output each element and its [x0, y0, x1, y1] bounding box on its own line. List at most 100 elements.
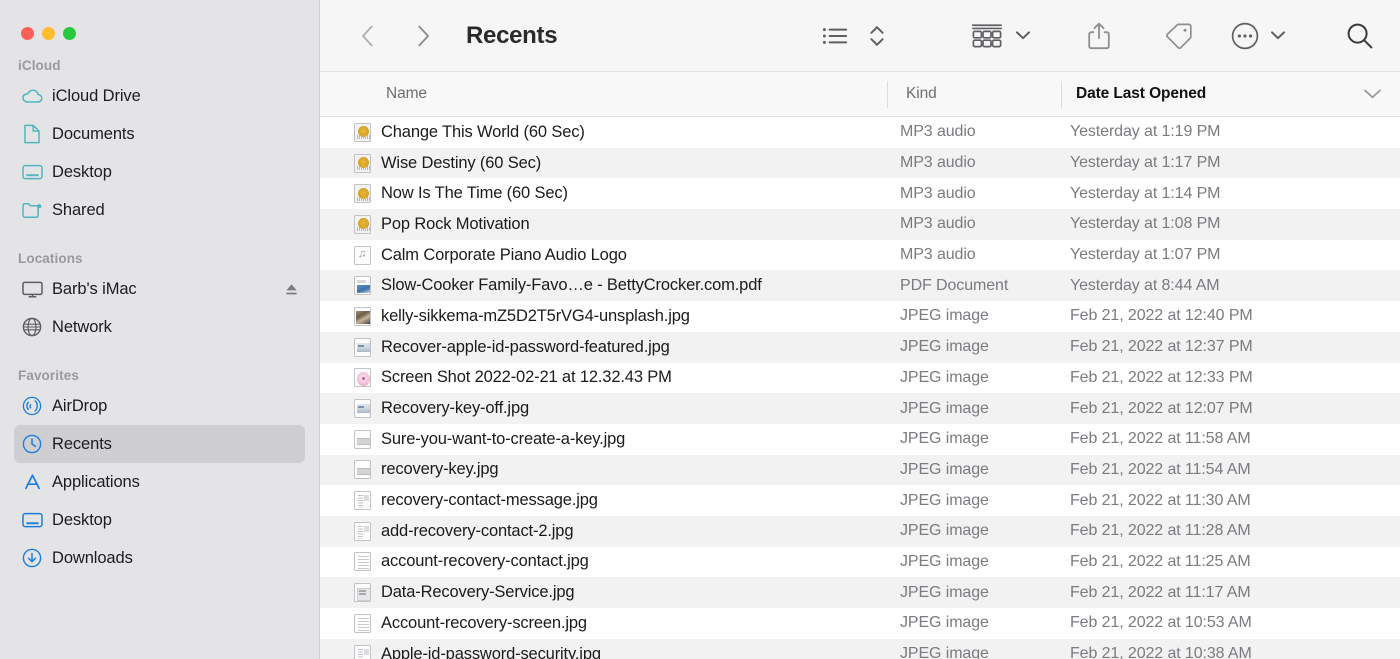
file-name: Sure-you-want-to-create-a-key.jpg [381, 430, 625, 449]
sidebar-header-locations: Locations [0, 251, 319, 270]
table-row[interactable]: Recovery-key-off.jpgJPEG imageFeb 21, 20… [320, 393, 1400, 424]
table-row[interactable]: Screen Shot 2022-02-21 at 12.32.43 PMJPE… [320, 363, 1400, 394]
list-view-button[interactable] [818, 16, 854, 56]
sidebar-item-recents[interactable]: Recents [14, 425, 305, 463]
table-row[interactable]: kelly-sikkema-mZ5D2T5rVG4-unsplash.jpgJP… [320, 301, 1400, 332]
sidebar-group-locations: Locations Barb's iMac Network [0, 251, 319, 346]
maximize-button[interactable] [63, 27, 76, 40]
more-options-button[interactable] [1227, 16, 1263, 56]
file-date-last-opened: Feb 21, 2022 at 12:40 PM [1070, 307, 1253, 325]
file-kind: MP3 audio [900, 246, 976, 264]
sidebar-item-barbs-imac[interactable]: Barb's iMac [14, 270, 305, 308]
file-name: Change This World (60 Sec) [381, 123, 585, 142]
chevron-down-icon[interactable] [1363, 88, 1382, 100]
eject-icon[interactable] [284, 283, 299, 296]
file-date-last-opened: Feb 21, 2022 at 12:33 PM [1070, 369, 1253, 387]
file-date-last-opened: Feb 21, 2022 at 11:54 AM [1070, 461, 1251, 479]
column-header-row: Name Kind Date Last Opened [320, 72, 1400, 117]
table-row[interactable]: Data-Recovery-Service.jpgJPEG imageFeb 2… [320, 577, 1400, 608]
column-header-name[interactable]: Name [386, 85, 427, 103]
image-icon [353, 337, 371, 357]
sidebar-item-desktop[interactable]: Desktop [14, 501, 305, 539]
text-image-icon [353, 613, 371, 633]
group-by-button[interactable] [966, 16, 1008, 56]
table-row[interactable]: Recover-apple-id-password-featured.jpg JP… [320, 332, 1400, 363]
page-title: Recents [466, 22, 557, 50]
file-date-last-opened: Yesterday at 1:07 PM [1070, 246, 1220, 264]
table-row[interactable]: Account-recovery-screen.jpgJPEG imageFeb… [320, 608, 1400, 639]
column-divider[interactable] [1061, 81, 1062, 108]
file-date-last-opened: Yesterday at 1:17 PM [1070, 154, 1220, 172]
file-name: Recover-apple-id-password-featured.jpg [381, 338, 670, 357]
table-row[interactable]: account-recovery-contact.jpgJPEG imageFe… [320, 547, 1400, 578]
file-name: add-recovery-contact-2.jpg [381, 522, 573, 541]
file-kind: JPEG image [900, 553, 989, 571]
file-date-last-opened: Feb 21, 2022 at 11:28 AM [1070, 522, 1251, 540]
file-kind: MP3 audio [900, 215, 976, 233]
column-header-date-last-opened[interactable]: Date Last Opened [1076, 85, 1206, 103]
sidebar-group-icloud: iCloud iCloud Drive Documents Desktop Sh… [0, 58, 319, 229]
column-divider[interactable] [887, 81, 888, 108]
table-row[interactable]: Change This World (60 Sec)MP3 audioYeste… [320, 117, 1400, 148]
card-image-icon [353, 583, 371, 603]
table-row[interactable]: add-recovery-contact-2.jpgJPEG imageFeb … [320, 516, 1400, 547]
applications-icon [19, 471, 45, 493]
sidebar-item-label: Recents [52, 435, 112, 454]
table-row[interactable]: Pop Rock MotivationMP3 audioYesterday at… [320, 209, 1400, 240]
table-row[interactable]: Calm Corporate Piano Audio LogoMP3 audio… [320, 240, 1400, 271]
table-row[interactable]: Slow-Cooker Family-Favo…e - BettyCrocker… [320, 270, 1400, 301]
file-date-last-opened: Feb 21, 2022 at 11:17 AM [1070, 584, 1251, 602]
file-name: recovery-key.jpg [381, 460, 498, 479]
file-kind: JPEG image [900, 461, 989, 479]
photo-icon [353, 306, 371, 326]
table-row[interactable]: Sure-you-want-to-create-a-key.jpgJPEG im… [320, 424, 1400, 455]
file-name: Wise Destiny (60 Sec) [381, 154, 541, 173]
screenshot-icon [353, 368, 371, 388]
file-date-last-opened: Yesterday at 1:14 PM [1070, 185, 1220, 203]
sidebar-item-applications[interactable]: Applications [14, 463, 305, 501]
more-options-chevron-icon[interactable] [1270, 30, 1286, 41]
file-date-last-opened: Feb 21, 2022 at 10:53 AM [1070, 614, 1252, 632]
table-row[interactable]: Apple-id-password-security.jpgJPEG image… [320, 639, 1400, 659]
file-name: Apple-id-password-security.jpg [381, 645, 601, 659]
file-kind: JPEG image [900, 400, 989, 418]
document-image-icon [353, 491, 371, 511]
sidebar-item-airdrop[interactable]: AirDrop [14, 387, 305, 425]
sidebar-item-shared[interactable]: Shared [14, 191, 305, 229]
group-by-chevron-icon[interactable] [1015, 30, 1031, 41]
sidebar: iCloud iCloud Drive Documents Desktop Sh… [0, 0, 320, 659]
audio-artwork-icon [353, 184, 371, 204]
sort-order-button[interactable] [864, 16, 890, 56]
table-row[interactable]: recovery-contact-message.jpgJPEG imageFe… [320, 485, 1400, 516]
sidebar-item-desktop-icloud[interactable]: Desktop [14, 153, 305, 191]
table-row[interactable]: Now Is The Time (60 Sec)MP3 audioYesterd… [320, 178, 1400, 209]
file-kind: JPEG image [900, 338, 989, 356]
sidebar-header-icloud: iCloud [0, 58, 319, 77]
forward-button[interactable] [404, 17, 442, 55]
sidebar-item-documents[interactable]: Documents [14, 115, 305, 153]
desktop-icon [19, 161, 45, 183]
sidebar-item-label: Network [52, 318, 112, 337]
tag-button[interactable] [1161, 16, 1197, 56]
share-button[interactable] [1083, 16, 1115, 56]
file-kind: MP3 audio [900, 185, 976, 203]
sidebar-item-downloads[interactable]: Downloads [14, 539, 305, 577]
sidebar-item-label: AirDrop [52, 397, 107, 416]
main-panel: Recents [320, 0, 1400, 659]
file-kind: JPEG image [900, 307, 989, 325]
table-row[interactable]: Wise Destiny (60 Sec)MP3 audioYesterday … [320, 148, 1400, 179]
file-date-last-opened: Yesterday at 8:44 AM [1070, 277, 1220, 295]
minimize-button[interactable] [42, 27, 55, 40]
sidebar-item-label: Barb's iMac [52, 280, 137, 299]
search-button[interactable] [1342, 16, 1378, 56]
airdrop-icon [19, 395, 45, 417]
sidebar-item-network[interactable]: Network [14, 308, 305, 346]
audio-artwork-icon [353, 122, 371, 142]
file-name: account-recovery-contact.jpg [381, 552, 589, 571]
close-button[interactable] [21, 27, 34, 40]
column-header-kind[interactable]: Kind [906, 85, 937, 103]
sidebar-item-icloud-drive[interactable]: iCloud Drive [14, 77, 305, 115]
back-button[interactable] [348, 17, 386, 55]
file-list[interactable]: Change This World (60 Sec) MP3 audio Yeste… [320, 117, 1400, 659]
table-row[interactable]: recovery-key.jpg JPEG image Feb 21, 2022 a… [320, 455, 1400, 486]
